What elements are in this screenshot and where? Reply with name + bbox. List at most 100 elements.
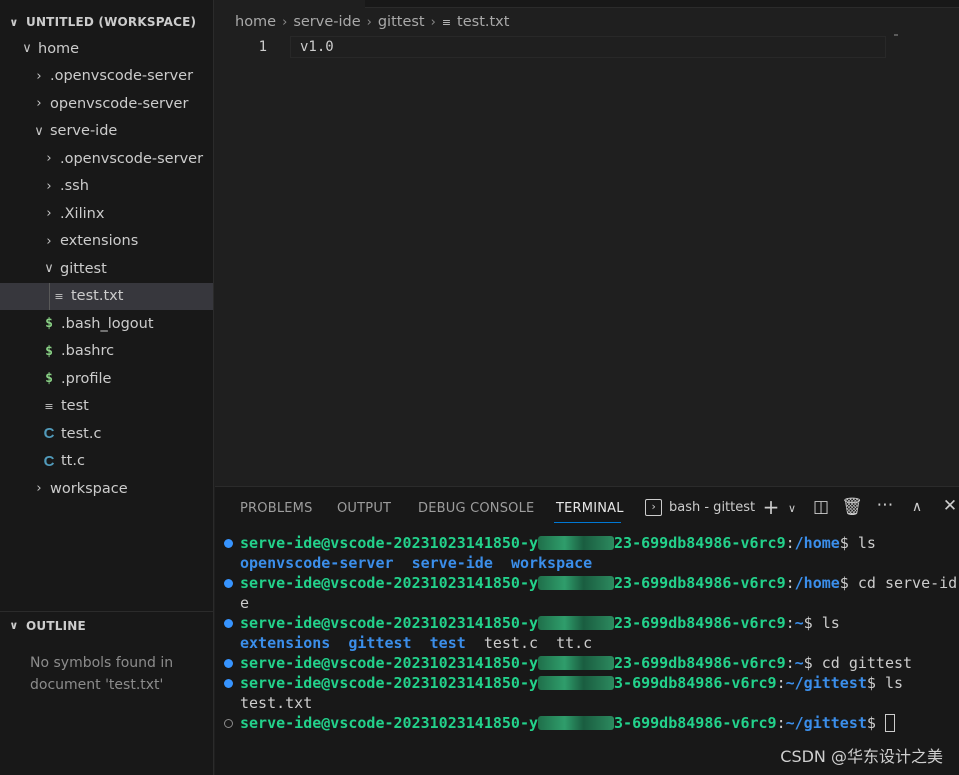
terminal-line: serve-ide@vscode-20231023141850-y 3-699db… [215, 673, 959, 693]
tree-item[interactable]: $ .bash_logout [0, 310, 213, 338]
explorer-sidebar: ∨ UNTITLED (WORKSPACE) ∨ home › .openvscode… [0, 0, 214, 775]
prompt-user: serve-ide@vscode-20231023141850-y [240, 714, 539, 732]
breadcrumb-item-gittest[interactable]: gittest [378, 14, 425, 30]
file-tree: ∨ home › .openvscode-server › openvscode-serv… [0, 35, 213, 503]
tree-item-label: extensions [60, 233, 139, 250]
tree-item[interactable]: › openvscode-server [0, 90, 213, 118]
chevron-down-icon[interactable]: ∨ [32, 124, 46, 139]
chevron-right-icon[interactable]: › [32, 69, 46, 84]
tree-item[interactable]: ∨ home [0, 35, 213, 63]
tree-item-label: .profile [61, 370, 112, 387]
tree-item[interactable]: $ .bashrc [0, 338, 213, 366]
c-file-icon: C [43, 452, 55, 470]
prompt-path: /home [794, 534, 840, 552]
prompt-user: serve-ide@vscode-20231023141850-y [240, 654, 539, 672]
chevron-down-icon[interactable]: ∨ [781, 502, 803, 515]
terminal-instance-selector[interactable]: › bash - gittest [645, 499, 755, 516]
split-terminal-icon[interactable]: ◫ [810, 497, 832, 517]
tab-debug-console[interactable]: DEBUG CONSOLE [418, 501, 534, 516]
tree-item[interactable]: Ctt.c [0, 448, 213, 476]
listing-entry: test.c [483, 634, 539, 652]
prompt-separator: : [785, 574, 795, 592]
lines-file-icon: ≡ [54, 289, 64, 303]
outline-empty-message: No symbols found in document 'test.txt' [30, 655, 174, 693]
tree-item[interactable]: › .openvscode-server [0, 145, 213, 173]
tree-item[interactable]: › .Xilinx [0, 200, 213, 228]
listing-entry: tt.c [556, 634, 593, 652]
tree-item[interactable]: $ .profile [0, 365, 213, 393]
terminal-line: serve-ide@vscode-20231023141850-y 23-699d… [215, 573, 959, 593]
tab-output[interactable]: OUTPUT [337, 501, 391, 516]
chevron-down-icon[interactable]: ∨ [42, 261, 56, 276]
prompt-path: ~ [794, 614, 804, 632]
chevron-down-icon: ∨ [9, 15, 19, 29]
workspace-title: UNTITLED (WORKSPACE) [26, 15, 197, 29]
close-panel-icon[interactable]: ✕ [939, 496, 959, 516]
new-terminal-plus-icon[interactable]: + [760, 495, 782, 519]
c-file-icon: C [43, 425, 55, 443]
terminal-line: serve-ide@vscode-20231023141850-y 23-699d… [215, 653, 959, 673]
lines-file-icon: ≡ [44, 399, 54, 413]
outline-section-header[interactable]: ∨ OUTLINE [0, 611, 213, 637]
prompt-host: 23-699db84986-v6rc9 [614, 574, 786, 592]
chevron-right-icon[interactable]: › [32, 481, 46, 496]
prompt-dollar: $ [866, 714, 876, 732]
command-decoration-dot [224, 619, 233, 628]
breadcrumb-item-home[interactable]: home [235, 14, 276, 30]
prompt-path: ~ [794, 654, 804, 672]
tree-item-label: serve-ide [50, 123, 118, 140]
tree-item[interactable]: › workspace [0, 475, 213, 503]
tree-item[interactable]: › extensions [0, 228, 213, 256]
tree-item-label: home [38, 40, 80, 57]
terminal-line: test.txt [215, 693, 959, 713]
chevron-right-icon[interactable]: › [42, 179, 56, 194]
breadcrumb-item-serve-ide[interactable]: serve-ide [293, 14, 360, 30]
chevron-right-icon[interactable]: › [32, 96, 46, 111]
terminal-output[interactable]: serve-ide@vscode-20231023141850-y 23-699d… [215, 533, 959, 733]
listing-entry: serve-ide [411, 554, 493, 572]
chevron-right-icon: › [366, 14, 372, 30]
more-actions-icon[interactable]: ⋯ [874, 495, 896, 515]
prompt-host: 23-699db84986-v6rc9 [614, 614, 786, 632]
breadcrumb: home › serve-ide › gittest › ≡ test.txt [235, 12, 509, 32]
editor-area[interactable]: home › serve-ide › gittest › ≡ test.txt … [215, 0, 959, 486]
tree-item[interactable]: ∨ serve-ide [0, 118, 213, 146]
command-text: ls [875, 674, 904, 692]
tab-problems[interactable]: PROBLEMS [240, 501, 313, 516]
command-text: cd serve-id [848, 574, 958, 592]
tree-item-label: workspace [50, 480, 128, 497]
chevron-right-icon[interactable]: › [42, 151, 56, 166]
chevron-right-icon[interactable]: › [42, 206, 56, 221]
prompt-user: serve-ide@vscode-20231023141850-y [240, 674, 539, 692]
code-line[interactable]: v1.0 [300, 37, 334, 57]
editor-tab-bar [365, 0, 959, 8]
chevron-down-icon[interactable]: ∨ [20, 41, 34, 56]
tab-terminal[interactable]: TERMINAL [556, 501, 624, 516]
redacted-blur [538, 716, 615, 730]
tree-item[interactable]: › .openvscode-server [0, 63, 213, 91]
explorer-section-header[interactable]: ∨ UNTITLED (WORKSPACE) [0, 11, 213, 33]
breadcrumb-item-test-txt[interactable]: test.txt [457, 14, 509, 30]
minimap[interactable] [894, 34, 898, 36]
chevron-right-icon[interactable]: › [42, 234, 56, 249]
redacted-blur [538, 536, 615, 550]
maximize-panel-chevron-up-icon[interactable]: ∧ [906, 499, 928, 515]
trash-icon[interactable]: 🗑 [841, 497, 863, 517]
terminal-cursor [884, 714, 895, 732]
prompt-host: 23-699db84986-v6rc9 [614, 534, 786, 552]
listing-entry: gittest [348, 634, 412, 652]
tree-item[interactable]: ≡ test [0, 393, 213, 421]
prompt-path: /home [794, 574, 840, 592]
terminal-line: e [215, 593, 959, 613]
tree-item[interactable]: › .ssh [0, 173, 213, 201]
terminal-name: bash - gittest [669, 500, 756, 515]
tree-item[interactable]: ∨ gittest [0, 255, 213, 283]
watermark: CSDN @华东设计之美 [780, 747, 943, 766]
text-file-icon: ≡ [441, 15, 452, 29]
output-text: test.txt [240, 694, 313, 712]
listing-entry: workspace [510, 554, 593, 572]
redacted-blur [538, 616, 615, 630]
tree-item[interactable]: ≡ test.txt [0, 282, 213, 310]
chevron-right-icon: › [282, 14, 288, 30]
tree-item[interactable]: Ctest.c [0, 420, 213, 448]
